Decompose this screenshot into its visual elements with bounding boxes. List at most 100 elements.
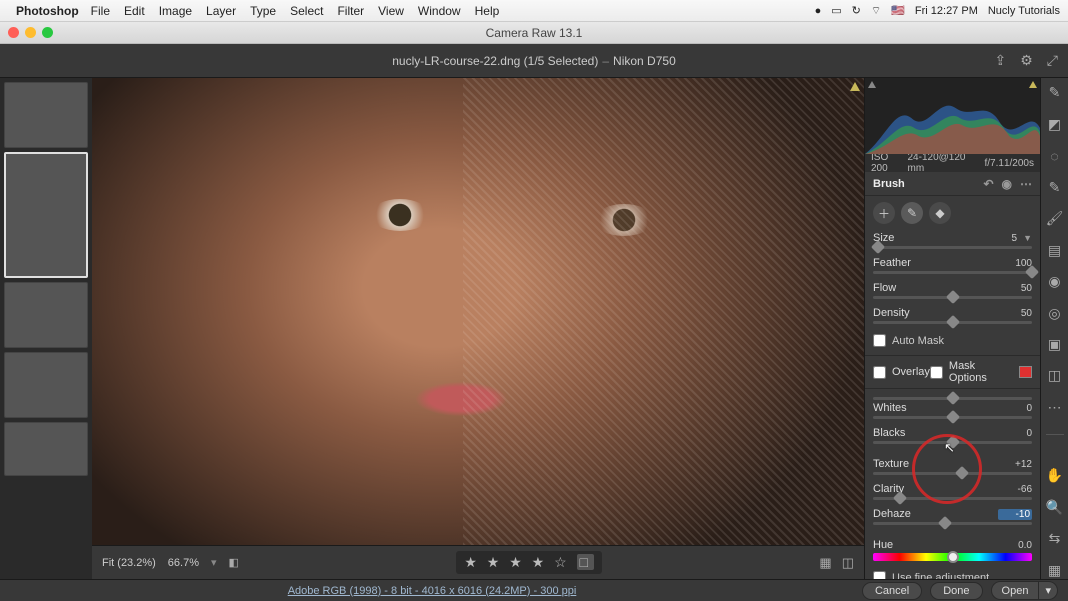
value-flow[interactable]: 50 [998,283,1032,294]
tool-hand-icon[interactable]: ✋ [1046,467,1064,484]
visibility-icon[interactable]: ◉ [1002,177,1012,191]
tool-snapshot-icon[interactable]: ▣ [1046,336,1064,353]
track-clarity[interactable] [873,497,1032,500]
value-whites[interactable]: 0 [998,403,1032,414]
view-single-icon[interactable]: ▦ [819,555,831,571]
zoom-level[interactable]: 66.7% [168,557,199,569]
panel-menu-icon[interactable]: ⋯ [1020,177,1032,191]
histogram[interactable] [865,78,1040,154]
zoom-dropdown-icon[interactable]: ▾ [211,556,217,569]
settings-gear-icon[interactable]: ⚙ [1020,52,1033,69]
status-display-icon[interactable]: ▭ [831,4,841,17]
menubar-clock[interactable]: Fri 12:27 PM [915,5,978,17]
menu-image[interactable]: Image [159,4,192,18]
window-close-button[interactable] [8,27,19,38]
menu-layer[interactable]: Layer [206,4,236,18]
rating-stars[interactable]: ★ ★ ★ ★ ☆ □ [456,551,602,574]
label-dehaze: Dehaze [873,508,911,520]
tool-redeye-icon[interactable]: ◎ [1046,304,1064,321]
slider-size: Size 5 ▼ [865,230,1040,255]
menu-select[interactable]: Select [290,4,323,18]
view-split-icon[interactable]: ◫ [842,555,854,571]
undo-icon[interactable]: ↶ [983,177,993,191]
header-filename: nucly-LR-course-22.dng (1/5 Selected) [392,54,598,68]
value-size[interactable]: 5 [983,233,1017,244]
done-button[interactable]: Done [930,582,982,600]
menubar-app-name[interactable]: Photoshop [16,4,79,18]
fine-adj-checkbox[interactable] [873,571,886,579]
tool-more-icon[interactable]: ⋯ [1046,399,1064,416]
track-whites[interactable] [873,416,1032,419]
menu-file[interactable]: File [91,4,110,18]
track-size[interactable] [873,246,1032,249]
thumbnail-3[interactable] [4,282,88,348]
track-blacks[interactable] [873,441,1032,444]
menu-help[interactable]: Help [475,4,500,18]
brush-edit-button[interactable]: ✎ [901,202,923,224]
menu-window[interactable]: Window [418,4,461,18]
menubar-user[interactable]: Nucly Tutorials [988,5,1060,17]
value-blacks[interactable]: 0 [998,428,1032,439]
open-button[interactable]: Open ▾ [991,581,1058,600]
track-texture[interactable] [873,472,1032,475]
brush-erase-button[interactable]: ◆ [929,202,951,224]
thumbnail-4[interactable] [4,352,88,418]
value-feather[interactable]: 100 [998,258,1032,269]
overlay-checkbox[interactable] [873,366,886,379]
brush-add-button[interactable]: ＋ [873,202,895,224]
tool-toggle-icon[interactable]: ⇆ [1046,530,1064,547]
tool-radial-icon[interactable]: ◉ [1046,273,1064,290]
fullscreen-icon[interactable]: ⤢ [1047,52,1058,69]
window-zoom-button[interactable] [42,27,53,38]
menu-edit[interactable]: Edit [124,4,145,18]
value-density[interactable]: 50 [998,308,1032,319]
thumbnail-2[interactable] [4,152,88,278]
mask-color-swatch[interactable] [1019,366,1032,378]
thumbnail-1[interactable] [4,82,88,148]
track-flow[interactable] [873,296,1032,299]
tool-grid-icon[interactable]: ▦ [1046,562,1064,579]
tool-eyedropper-icon[interactable]: ✎ [1046,178,1064,195]
size-dropdown-icon[interactable]: ▼ [1023,233,1032,243]
track-feather[interactable] [873,271,1032,274]
tool-edit-icon[interactable]: ✎ [1046,84,1064,101]
value-texture[interactable]: +12 [998,459,1032,470]
open-button-label[interactable]: Open [992,583,1039,599]
tool-zoom-icon[interactable]: 🔍 [1046,499,1064,516]
track-hue[interactable] [873,553,1032,561]
value-dehaze[interactable]: -10 [998,509,1032,520]
menu-filter[interactable]: Filter [337,4,364,18]
tool-heal-icon[interactable]: ◌ [1046,147,1064,164]
highlight-clip-icon[interactable] [1029,81,1037,88]
status-record-icon[interactable]: ● [815,5,822,17]
shadow-clip-icon[interactable] [868,81,876,88]
menu-view[interactable]: View [378,4,404,18]
thumbnail-5[interactable] [4,422,88,476]
zoom-fit[interactable]: Fit (23.2%) [102,557,156,569]
tool-brush-icon[interactable]: 🖌 [1046,210,1064,227]
status-flag-icon[interactable]: 🇺🇸 [891,4,905,17]
status-wifi-icon[interactable]: ⌔ [871,4,881,18]
highlight-clip-warning-icon[interactable] [850,82,860,91]
automask-checkbox[interactable] [873,334,886,347]
panel-scroll[interactable]: Size 5 ▼ Feather100 Flow50 [865,230,1040,579]
compare-icon[interactable]: ◧ [229,556,239,569]
menu-type[interactable]: Type [250,4,276,18]
track-dehaze[interactable] [873,522,1032,525]
track-density[interactable] [873,321,1032,324]
share-icon[interactable]: ⇪ [995,52,1007,69]
preview-canvas[interactable] [92,78,864,545]
open-dropdown-icon[interactable]: ▾ [1038,582,1057,599]
slider-density: Density50 [865,305,1040,330]
mask-options-checkbox[interactable] [930,366,943,379]
footer-metadata[interactable]: Adobe RGB (1998) - 8 bit - 4016 x 6016 (… [288,585,577,597]
app-footer: Adobe RGB (1998) - 8 bit - 4016 x 6016 (… [0,579,1068,601]
tool-preset-icon[interactable]: ◫ [1046,367,1064,384]
value-hue[interactable]: 0.0 [998,540,1032,551]
cancel-button[interactable]: Cancel [862,582,922,600]
tool-gradient-icon[interactable]: ▤ [1046,241,1064,258]
tool-crop-icon[interactable]: ◩ [1046,115,1064,132]
value-clarity[interactable]: -66 [998,484,1032,495]
status-sync-icon[interactable]: ↻ [852,4,861,17]
window-minimize-button[interactable] [25,27,36,38]
